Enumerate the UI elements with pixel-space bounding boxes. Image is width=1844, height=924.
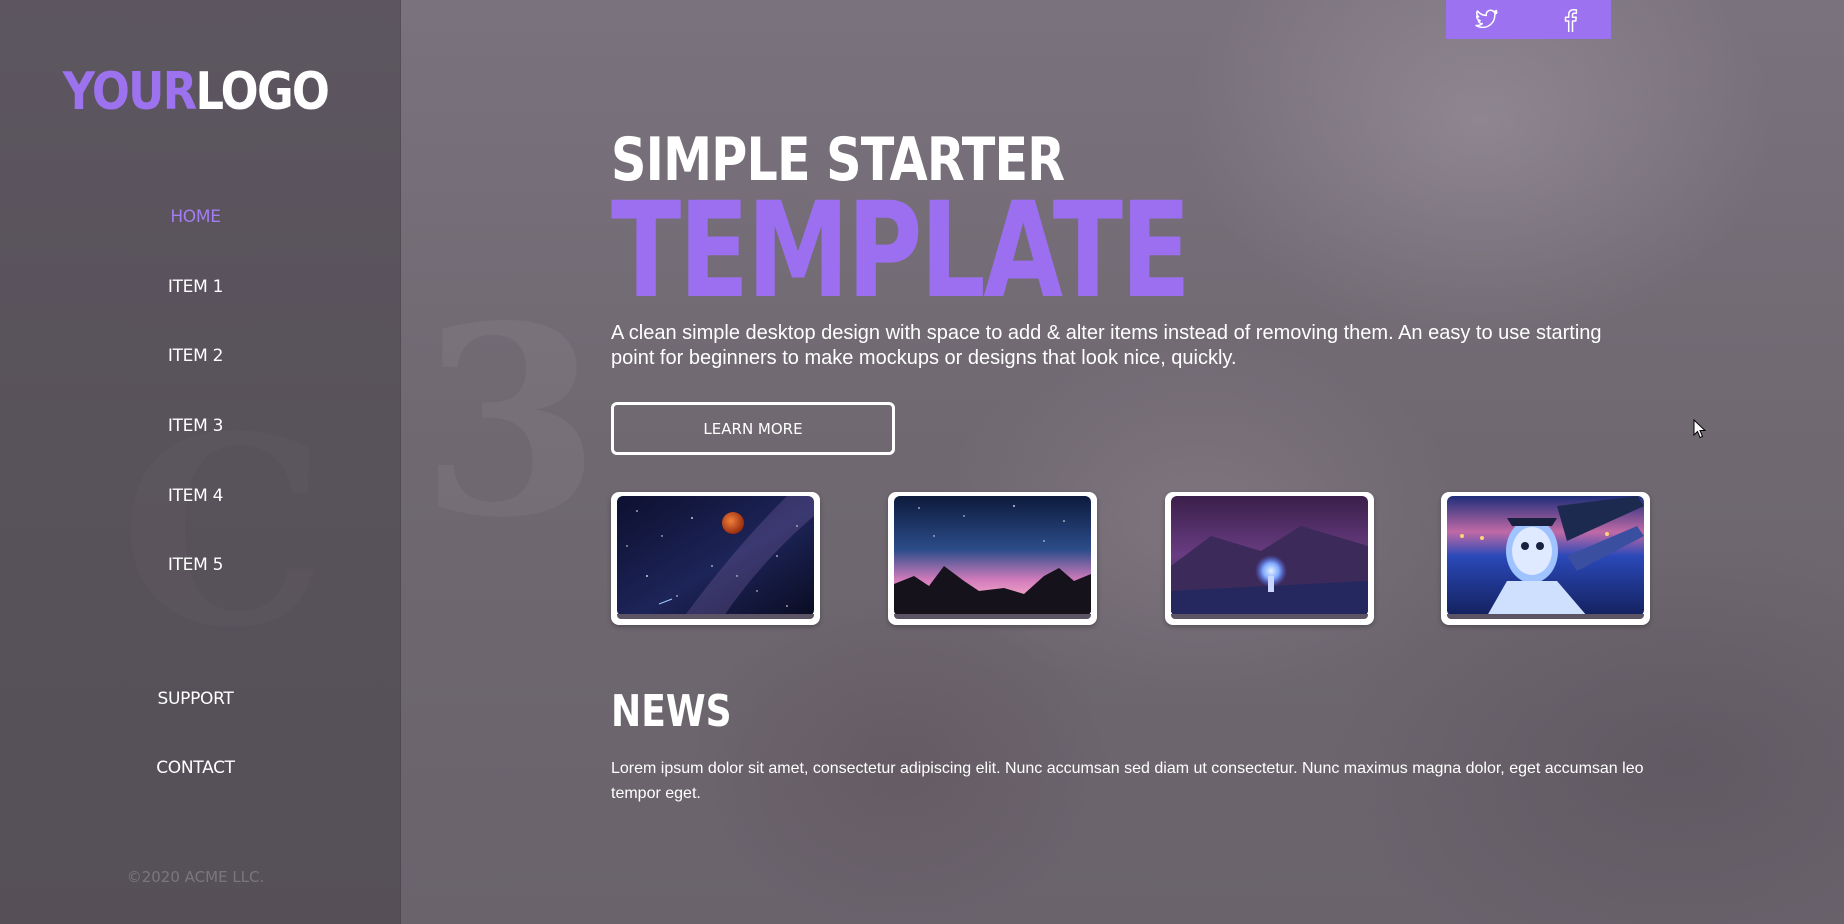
- sidebar: YOURLOGO HOME ITEM 1 ITEM 2 ITEM 3 ITEM …: [0, 0, 401, 924]
- hero-description: A clean simple desktop design with space…: [611, 322, 1602, 369]
- nav-item-5[interactable]: ITEM 5: [0, 555, 391, 575]
- logo-part-logo: LOGO: [195, 62, 329, 122]
- hero-title-line2: TEMPLATE: [611, 174, 1191, 328]
- logo-part-your: YOUR: [62, 62, 197, 122]
- thumb-base: [1447, 614, 1644, 619]
- gallery-thumb-3[interactable]: [1165, 492, 1374, 625]
- news-text: Lorem ipsum dolor sit amet, consectetur …: [611, 760, 1644, 802]
- gallery-thumb-4[interactable]: [1441, 492, 1650, 625]
- gallery-thumb-2[interactable]: [888, 492, 1097, 625]
- nav-item-2[interactable]: ITEM 2: [0, 346, 391, 366]
- learn-more-button[interactable]: LEARN MORE: [611, 402, 895, 455]
- blood-moon-image: [617, 496, 814, 616]
- logo[interactable]: YOURLOGO: [27, 62, 363, 122]
- copyright-text: ©2020 ACME LLC.: [126, 868, 265, 886]
- nav-item-3[interactable]: ITEM 3: [0, 416, 391, 436]
- masked-character-image: [1447, 496, 1644, 616]
- twitter-icon[interactable]: [1474, 7, 1500, 33]
- social-bar: [1446, 0, 1611, 39]
- thumb-base: [617, 614, 814, 619]
- news-title: NEWS: [611, 686, 732, 737]
- thumb-base: [894, 614, 1091, 619]
- thumb-base: [1171, 614, 1368, 619]
- nav-item-home[interactable]: HOME: [0, 207, 391, 227]
- nav-item-contact[interactable]: CONTACT: [0, 758, 391, 778]
- pink-sky-mountains-image: [894, 496, 1091, 616]
- nav-item-4[interactable]: ITEM 4: [0, 486, 391, 506]
- nav-item-1[interactable]: ITEM 1: [0, 277, 391, 297]
- nav-item-support[interactable]: SUPPORT: [0, 689, 391, 709]
- mouse-cursor-icon: [1693, 418, 1707, 444]
- gallery-thumb-1[interactable]: [611, 492, 820, 625]
- facebook-icon[interactable]: [1557, 7, 1583, 33]
- astronaut-orb-image: [1171, 496, 1368, 616]
